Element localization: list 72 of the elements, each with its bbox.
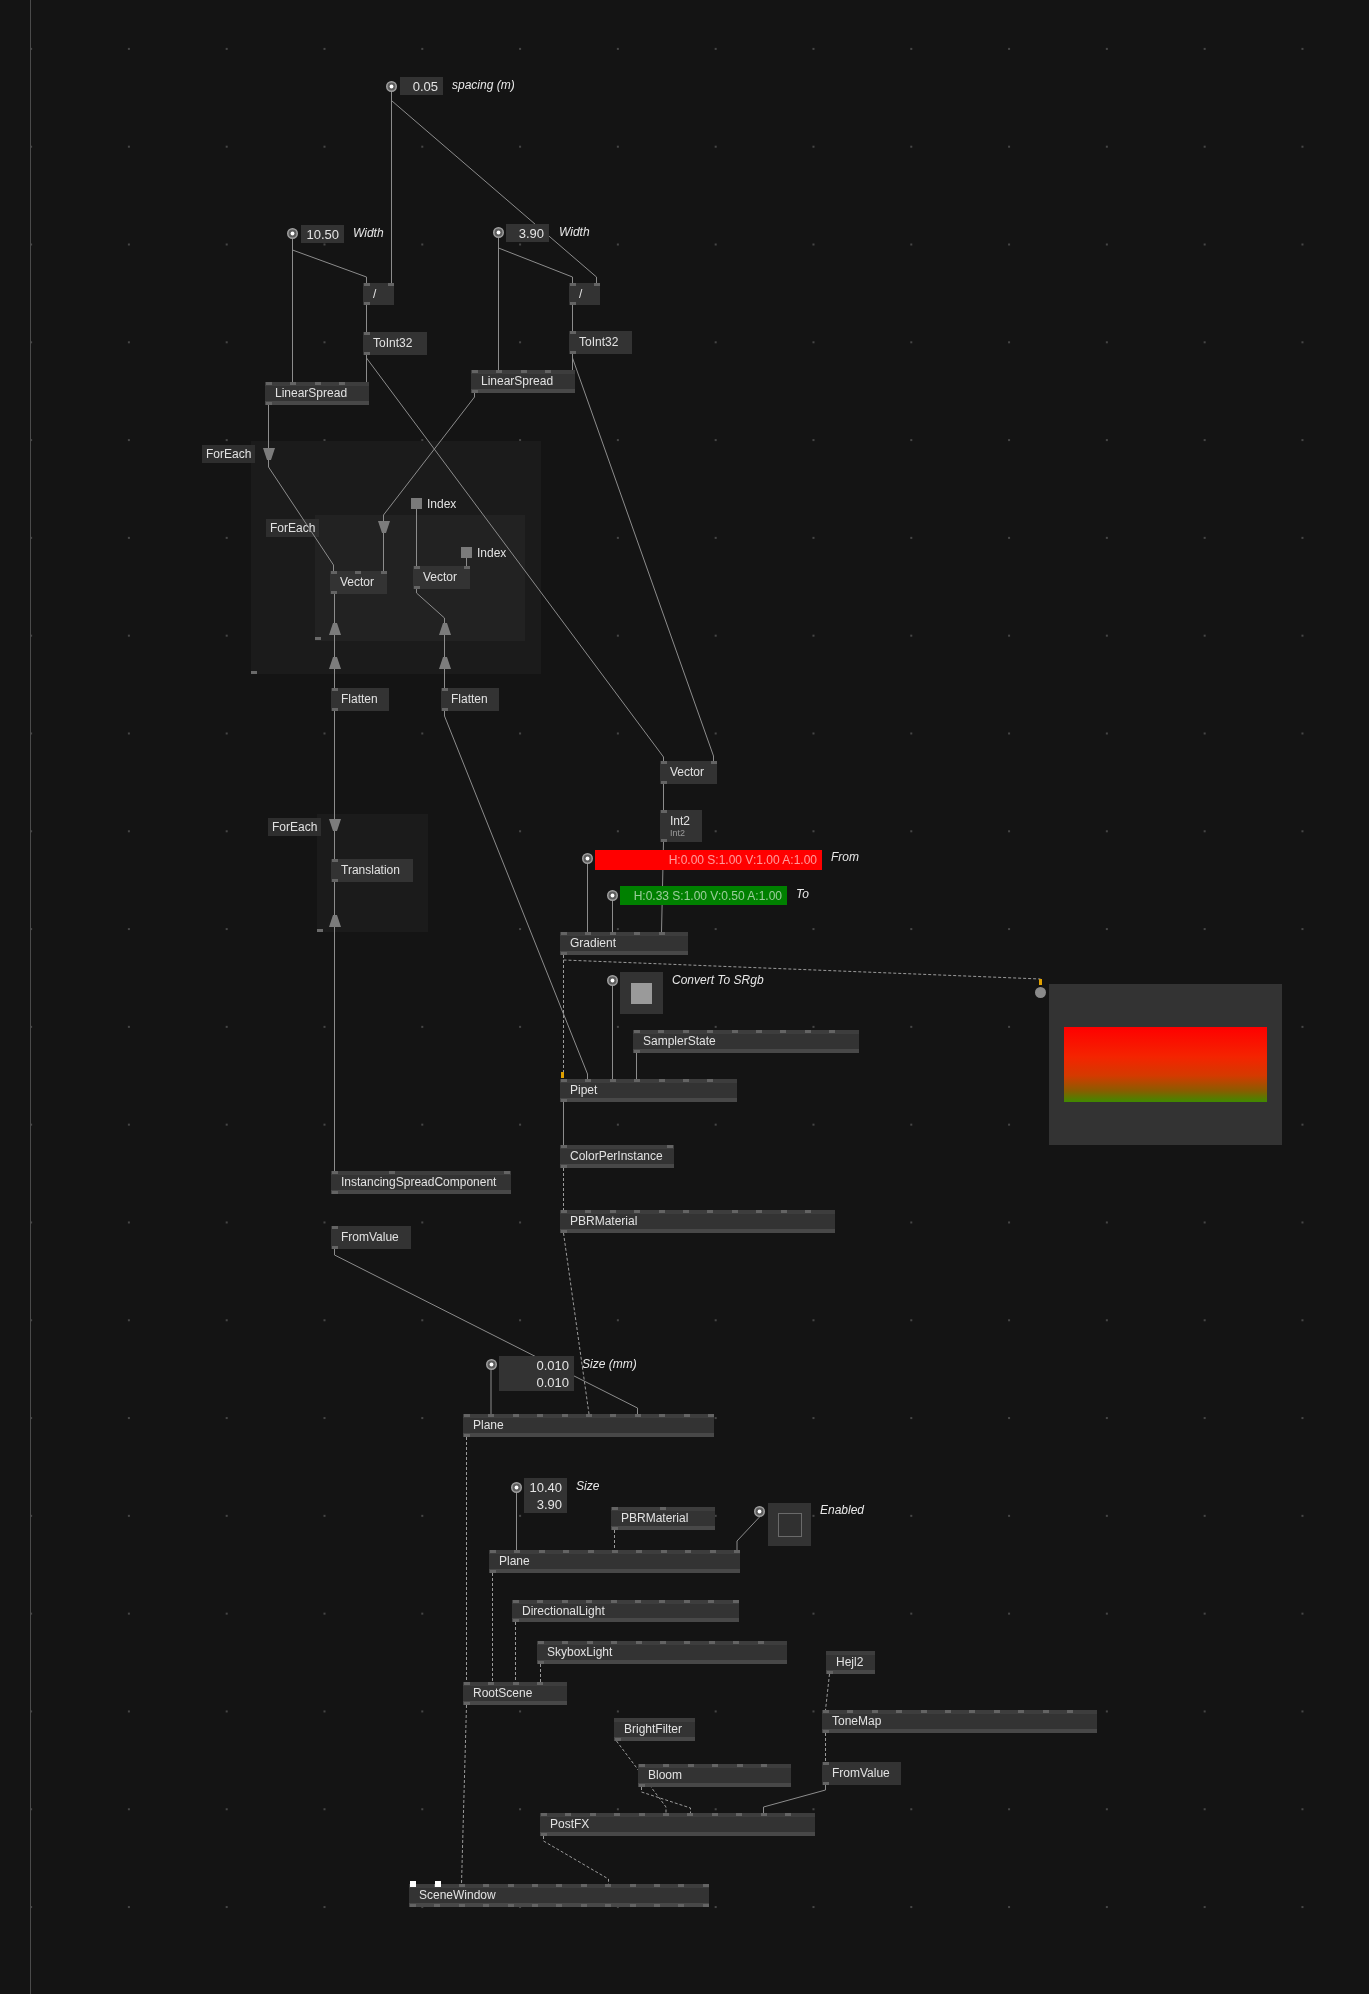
value-label: Width (559, 226, 590, 238)
trapezoid-pin-icon[interactable] (438, 623, 451, 635)
node[interactable]: Vector (330, 571, 387, 594)
pin-ring-icon[interactable] (606, 975, 618, 986)
node[interactable]: Pipet (560, 1079, 737, 1102)
node[interactable]: LinearSpread (471, 370, 575, 393)
value-label: Convert To SRgb (672, 974, 764, 986)
node[interactable]: / (569, 283, 600, 305)
value-label: Enabled (820, 1504, 865, 1516)
region-label[interactable]: ForEach (202, 445, 256, 463)
node[interactable]: FromValue (331, 1226, 411, 1249)
pin-ring-icon[interactable] (287, 228, 298, 239)
node[interactable]: Flatten (441, 688, 499, 711)
trapezoid-pin-icon[interactable] (328, 623, 341, 635)
value-label: spacing (m) (452, 79, 515, 91)
node[interactable]: DirectionalLight (512, 1600, 739, 1622)
value-field[interactable]: 0.05 (400, 77, 443, 95)
node[interactable]: ToneMap (822, 1710, 1097, 1733)
pin-ring-icon[interactable] (582, 852, 593, 864)
pin-ring-icon[interactable] (493, 227, 504, 238)
node[interactable]: ToInt32 (569, 331, 632, 354)
value-field[interactable]: 10.40 3.90 (524, 1478, 567, 1513)
pin-ring-icon[interactable] (511, 1481, 522, 1493)
value-label: Width (353, 227, 384, 239)
pin-ring-icon[interactable] (606, 889, 618, 901)
node[interactable]: PBRMaterial (560, 1210, 835, 1233)
trapezoid-pin-icon[interactable] (328, 819, 341, 831)
trapezoid-pin-icon[interactable] (328, 657, 341, 669)
trapezoid-pin-icon[interactable] (377, 521, 390, 533)
toggle-button[interactable] (768, 1503, 811, 1546)
node[interactable]: BrightFilter (614, 1718, 695, 1741)
node[interactable]: Bloom (638, 1764, 791, 1787)
node[interactable]: Translation (331, 859, 413, 882)
node[interactable]: Hejl2 (826, 1651, 875, 1674)
node[interactable]: ColorPerInstance (560, 1145, 674, 1168)
node[interactable]: Plane (489, 1550, 740, 1573)
index-label: Index (477, 547, 507, 559)
node[interactable]: FromValue (822, 1762, 901, 1785)
value-label: Size (576, 1480, 600, 1492)
node[interactable]: PBRMaterial (611, 1507, 715, 1530)
region-label[interactable]: ForEach (268, 818, 322, 836)
circle-pin-icon[interactable] (1035, 987, 1046, 998)
node[interactable]: InstancingSpreadComponent (331, 1171, 511, 1194)
value-field[interactable]: 3.90 (506, 224, 549, 242)
region-label[interactable]: ForEach (266, 519, 320, 537)
index-label: Index (427, 498, 457, 510)
toggle-button[interactable] (620, 972, 663, 1014)
pin-ring-icon[interactable] (386, 80, 397, 92)
node[interactable]: Vector (660, 761, 717, 784)
node[interactable]: Flatten (331, 688, 389, 711)
node[interactable]: / (363, 283, 394, 305)
value-label: From (831, 851, 859, 863)
node[interactable]: LinearSpread (265, 382, 369, 405)
value-field[interactable]: 10.50 (301, 225, 344, 243)
value-field[interactable]: 0.010 0.010 (499, 1356, 574, 1391)
pin-ring-icon[interactable] (754, 1506, 765, 1517)
pin-ring-icon[interactable] (485, 1359, 497, 1370)
node[interactable]: Plane (463, 1414, 714, 1437)
node[interactable]: SkyboxLight (537, 1641, 787, 1664)
trapezoid-pin-icon[interactable] (438, 657, 451, 669)
value-label: To (796, 888, 809, 900)
node[interactable]: PostFX (540, 1813, 815, 1836)
node-subtitle: Int2 (670, 828, 685, 838)
node[interactable]: Gradient (560, 932, 688, 955)
trapezoid-pin-icon[interactable] (328, 915, 341, 927)
node[interactable]: RootScene (463, 1682, 567, 1705)
trapezoid-pin-icon[interactable] (262, 448, 275, 460)
node[interactable]: SceneWindow (409, 1884, 709, 1907)
node[interactable]: SamplerState (633, 1030, 859, 1053)
node[interactable]: ToInt32 (363, 332, 427, 355)
value-label: Size (mm) (582, 1358, 637, 1370)
node[interactable]: Vector (413, 566, 470, 589)
